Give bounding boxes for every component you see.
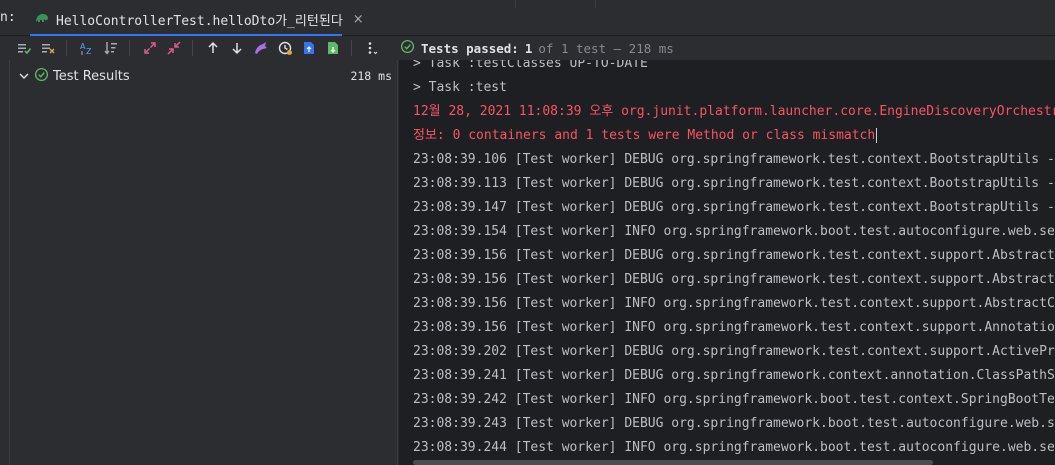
collapse-all-icon[interactable] [164, 38, 184, 58]
status-prefix: Tests passed: [421, 40, 519, 56]
tool-window-strip [0, 60, 10, 465]
console-line: 23:08:39.156 [Test worker] DEBUG org.spr… [413, 272, 1055, 287]
console-line: 23:08:39.156 [Test worker] INFO org.spri… [413, 320, 1055, 335]
sort-alpha-icon[interactable]: AZ [77, 38, 97, 58]
console-line-text: 정보: 0 containers and 1 tests were Method… [413, 128, 876, 143]
toolbar-divider [129, 40, 130, 56]
previous-failed-icon[interactable] [203, 38, 223, 58]
toolbar-divider [66, 40, 67, 56]
tree-row-test-results[interactable]: Test Results 218 ms [10, 64, 398, 88]
passed-count: 1 [524, 40, 533, 56]
svg-text:Z: Z [86, 47, 92, 56]
console-line: 23:08:39.113 [Test worker] DEBUG org.spr… [413, 176, 1055, 191]
passed-check-icon [400, 39, 415, 57]
tree-root-duration: 218 ms [350, 69, 392, 83]
rerun-icon[interactable] [251, 38, 271, 58]
toolbar-divider [192, 40, 193, 56]
console-line: 23:08:39.106 [Test worker] DEBUG org.spr… [413, 152, 1055, 167]
run-label: n: [0, 10, 16, 25]
expand-all-icon[interactable] [140, 38, 160, 58]
toolbar-divider [351, 40, 352, 56]
tab-title: HelloControllerTest.helloDto가_리턴된다 [56, 13, 343, 29]
status-suffix: of 1 test – 218 ms [538, 40, 674, 56]
more-icon[interactable] [362, 38, 382, 58]
text-caret [876, 128, 878, 143]
test-status: Tests passed: 1 of 1 test – 218 ms [400, 39, 674, 57]
console-line: 정보: 0 containers and 1 tests were Method… [413, 124, 878, 148]
import-icon[interactable] [323, 38, 343, 58]
sort-duration-icon[interactable] [101, 38, 121, 58]
passed-check-icon [34, 67, 49, 86]
show-ignored-icon[interactable] [38, 38, 58, 58]
divider [515, 0, 516, 8]
gradle-icon [34, 10, 50, 29]
tree-root-label: Test Results [53, 68, 130, 84]
close-icon[interactable]: × [353, 12, 364, 27]
history-icon[interactable] [275, 38, 295, 58]
console-line: 23:08:39.242 [Test worker] INFO org.spri… [413, 392, 1055, 407]
tab-hello-controller-test[interactable]: HelloControllerTest.helloDto가_리턴된다 × [28, 4, 370, 34]
test-runner-toolbar: AZ Tests passed: 1 of 1 test – 218 ms [0, 36, 1055, 60]
chevron-down-icon[interactable] [18, 67, 30, 86]
console-line: 23:08:39.156 [Test worker] INFO org.spri… [413, 296, 1055, 311]
console-line: > Task :test [413, 80, 507, 95]
console-line: 23:08:39.154 [Test worker] INFO org.spri… [413, 224, 1055, 239]
next-failed-icon[interactable] [227, 38, 247, 58]
console-line: 23:08:39.156 [Test worker] DEBUG org.spr… [413, 248, 1055, 263]
console-line: 23:08:39.244 [Test worker] INFO org.spri… [413, 440, 1055, 455]
console-output[interactable]: > Task :testClasses UP-TO-DATE > Task :t… [399, 60, 1055, 465]
run-tab-bar: n: HelloControllerTest.helloDto가_리턴된다 × [0, 0, 1055, 36]
show-passed-icon[interactable] [14, 38, 34, 58]
console-line: 23:08:39.202 [Test worker] DEBUG org.spr… [413, 344, 1055, 359]
test-results-tree[interactable]: Test Results 218 ms [10, 60, 398, 465]
divider [595, 0, 596, 8]
export-icon[interactable] [299, 38, 319, 58]
console-line: 12월 28, 2021 11:08:39 오후 org.junit.platf… [413, 104, 1055, 119]
console-line: 23:08:39.243 [Test worker] DEBUG org.spr… [413, 416, 1055, 431]
console-line: 23:08:39.241 [Test worker] DEBUG org.spr… [413, 368, 1055, 383]
console-line: > Task :testClasses UP-TO-DATE [413, 60, 648, 71]
horizontal-scrollbar[interactable] [413, 460, 933, 465]
console-line: 23:08:39.147 [Test worker] DEBUG org.spr… [413, 200, 1055, 215]
